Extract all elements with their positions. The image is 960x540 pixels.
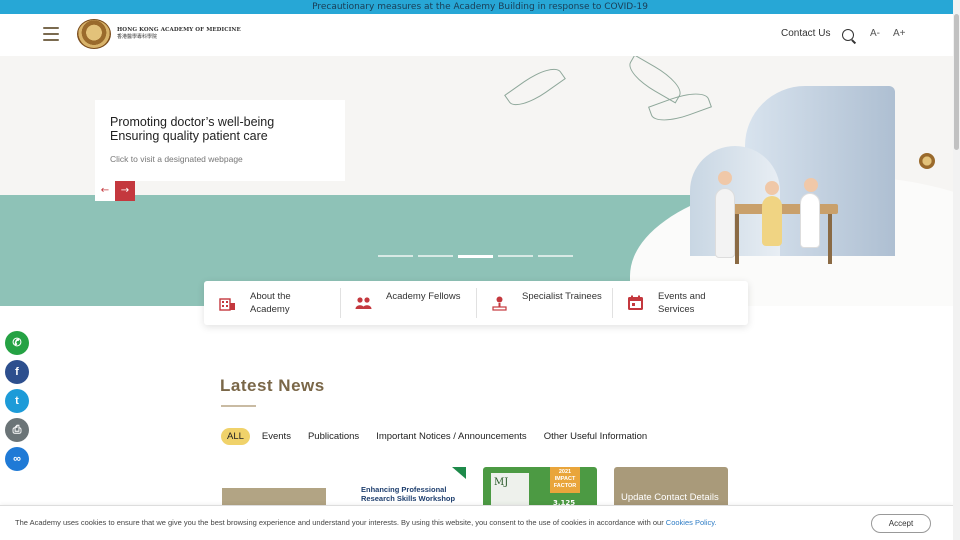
slide-caption-link[interactable]: Click to visit a designated webpage <box>110 154 243 164</box>
quick-link-events[interactable]: Events and Services <box>612 281 748 325</box>
nurse-illustration <box>800 193 820 248</box>
patient-illustration <box>762 196 782 246</box>
whatsapp-share-button[interactable]: ✆ <box>5 331 29 355</box>
quick-link-label: Specialist Trainees <box>522 291 602 302</box>
menu-icon[interactable] <box>43 27 59 41</box>
academy-building-icon <box>219 298 235 311</box>
quick-link-label: Academy Fellows <box>386 291 461 302</box>
quick-links-bar: About the Academy Academy Fellows Specia… <box>204 281 748 325</box>
copy-link-button[interactable]: ∞ <box>5 447 29 471</box>
font-increase-button[interactable]: A+ <box>893 28 906 39</box>
slide-caption-card[interactable]: Promoting doctor’s well-being Ensuring q… <box>95 100 345 181</box>
quick-link-label: About the Academy <box>250 291 291 315</box>
news-filter-tabs: ALL Events Publications Important Notice… <box>221 427 664 445</box>
search-icon[interactable] <box>842 29 854 41</box>
slider-dot-4[interactable] <box>498 255 533 257</box>
site-header: HONG KONG ACADEMY OF MEDICINE 香港醫學專科學院 C… <box>0 14 960 56</box>
covid-notice-bar[interactable]: Precautionary measures at the Academy Bu… <box>0 0 960 14</box>
facebook-share-button[interactable]: f <box>5 360 29 384</box>
slide-caption-line1: Promoting doctor’s well-being <box>110 115 275 129</box>
cookie-message: The Academy uses cookies to ensure that … <box>15 518 664 527</box>
people-group-icon <box>355 297 372 309</box>
tab-events[interactable]: Events <box>262 431 291 442</box>
news-card-impact-factor[interactable]: MJ 2021 IMPACT FACTOR 3.125 <box>483 467 597 507</box>
font-decrease-button[interactable]: A- <box>870 28 880 39</box>
journal-cover: MJ <box>491 473 529 507</box>
twitter-icon: t <box>15 395 19 407</box>
whatsapp-icon: ✆ <box>12 337 22 349</box>
contact-us-link[interactable]: Contact Us <box>781 28 830 39</box>
slide-caption-line2: Ensuring quality patient care <box>110 129 268 143</box>
slider-pagination <box>378 255 573 258</box>
latest-news-heading: Latest News <box>220 376 325 395</box>
slider-dot-3[interactable] <box>458 255 493 258</box>
impact-factor-badge: 2021 IMPACT FACTOR <box>550 467 580 493</box>
logo-chinese-name: 香港醫學專科學院 <box>117 34 158 40</box>
printer-icon: ⎙ <box>12 424 22 436</box>
academy-logo[interactable]: HONG KONG ACADEMY OF MEDICINE 香港醫學專科學院 <box>77 19 241 49</box>
accept-cookies-button[interactable]: Accept <box>871 514 931 533</box>
quick-link-trainees[interactable]: Specialist Trainees <box>476 281 612 325</box>
news-card-workshop[interactable]: Enhancing Professional Research Skills W… <box>352 467 466 507</box>
calendar-icon <box>628 295 643 310</box>
bench-illustration <box>728 204 838 214</box>
slider-next-button[interactable]: → <box>115 181 135 201</box>
quick-link-label: Events and Services <box>658 291 706 315</box>
workshop-title-line2: Research Skills Workshop <box>361 494 456 503</box>
covid-notice-text[interactable]: Precautionary measures at the Academy Bu… <box>312 2 648 12</box>
logo-english-name: HONG KONG ACADEMY OF MEDICINE <box>117 27 241 33</box>
building-seal-icon <box>919 153 935 169</box>
scrollbar-thumb[interactable] <box>954 14 959 150</box>
leaf-decoration <box>504 60 566 114</box>
link-icon: ∞ <box>13 453 21 465</box>
slider-dot-1[interactable] <box>378 255 413 257</box>
slider-dot-5[interactable] <box>538 255 573 257</box>
quick-link-about[interactable]: About the Academy <box>204 281 340 325</box>
trainee-icon <box>492 296 507 311</box>
slider-prev-button[interactable]: ← <box>95 181 115 201</box>
heading-underline <box>221 405 256 407</box>
tab-all[interactable]: ALL <box>221 427 250 445</box>
academy-seal-icon <box>77 19 111 49</box>
doctor-illustration <box>715 188 735 258</box>
print-button[interactable]: ⎙ <box>5 418 29 442</box>
cookies-policy-link[interactable]: Cookies Policy. <box>666 518 717 527</box>
workshop-title-line1: Enhancing Professional <box>361 485 447 494</box>
tab-other-information[interactable]: Other Useful Information <box>544 431 648 442</box>
quick-link-fellows[interactable]: Academy Fellows <box>340 281 476 325</box>
slider-dot-2[interactable] <box>418 255 453 257</box>
facebook-icon: f <box>15 366 19 378</box>
cookie-banner: The Academy uses cookies to ensure that … <box>0 505 953 540</box>
update-contact-title: Update Contact Details <box>621 492 719 503</box>
hero-slider: Promoting doctor’s well-being Ensuring q… <box>0 56 953 306</box>
news-card-update-contact[interactable]: Update Contact Details <box>614 467 728 507</box>
tab-important-notices[interactable]: Important Notices / Announcements <box>376 431 527 442</box>
twitter-share-button[interactable]: t <box>5 389 29 413</box>
tab-publications[interactable]: Publications <box>308 431 359 442</box>
